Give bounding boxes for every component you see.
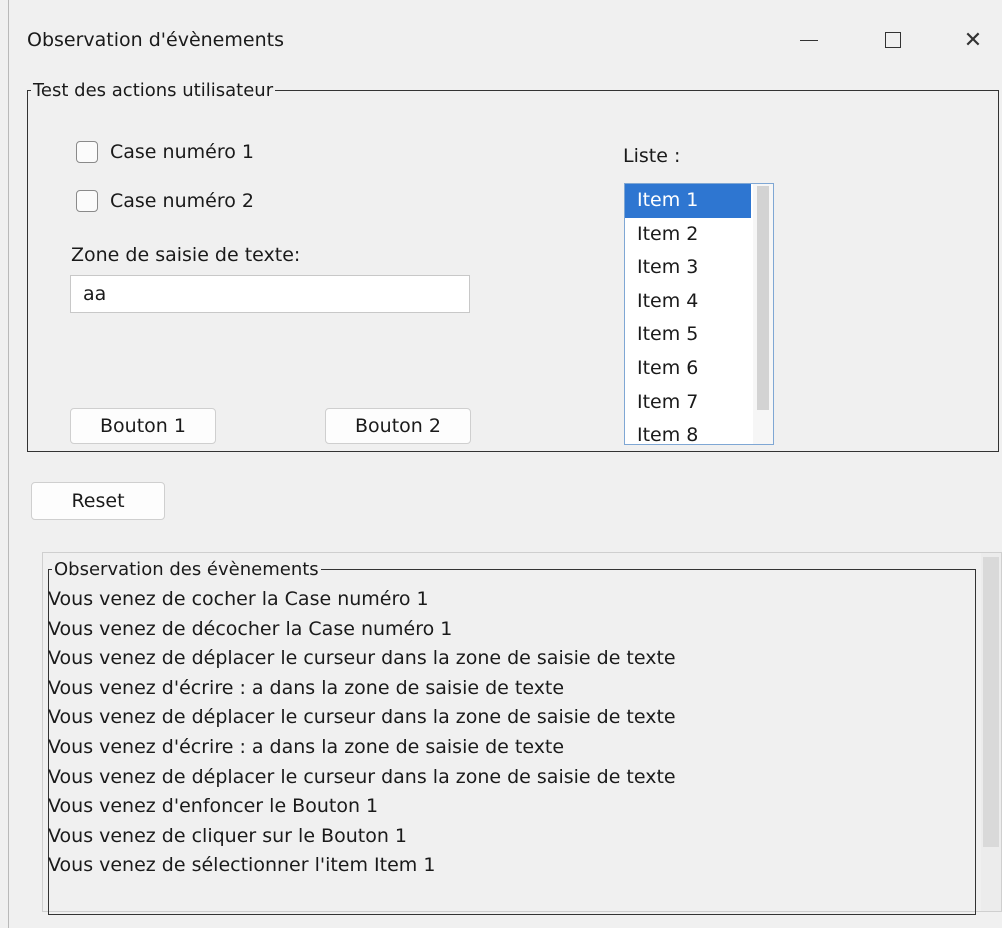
list-item[interactable]: Item 2 [625, 218, 751, 252]
event-log-line: Vous venez de décocher la Case numéro 1 [48, 617, 453, 640]
text-field-label: Zone de saisie de texte: [71, 244, 301, 266]
checkbox-box[interactable] [76, 190, 98, 212]
user-actions-legend: Test des actions utilisateur [33, 80, 274, 101]
checkbox-case-2[interactable]: Case numéro 2 [76, 190, 254, 212]
event-log-line: Vous venez de cliquer sur le Bouton 1 [48, 824, 407, 847]
list-item[interactable]: Item 7 [625, 386, 751, 420]
checkbox-label: Case numéro 1 [110, 141, 254, 163]
checkbox-box[interactable] [76, 141, 98, 163]
event-log-line: Vous venez de déplacer le curseur dans l… [48, 647, 676, 670]
item-listbox[interactable]: Item 1 Item 2 Item 3 Item 4 Item 5 Item 6 Item… [624, 183, 774, 445]
event-log-line: Vous venez de sélectionner l'item Item 1 [48, 854, 436, 877]
minimize-icon[interactable] [779, 18, 839, 62]
text-input[interactable]: aa [70, 275, 470, 313]
window-title: Observation d'évènements [27, 29, 284, 51]
event-log-line: Vous venez d'enfoncer le Bouton 1 [48, 795, 379, 818]
list-label: Liste : [623, 145, 681, 167]
list-items: Item 1 Item 2 Item 3 Item 4 Item 5 Item 6 Item… [625, 184, 773, 444]
list-scrollbar[interactable] [753, 184, 773, 444]
observation-scrollbar-thumb[interactable] [983, 557, 999, 847]
observation-scrollbar[interactable] [981, 553, 1001, 911]
checkbox-label: Case numéro 2 [110, 190, 254, 212]
button-1[interactable]: Bouton 1 [70, 408, 216, 444]
observation-panel: Observation des évènements Vous venez de… [42, 552, 1002, 915]
main-window: Observation d'évènements ✕ Test des acti… [8, 0, 1002, 928]
list-item[interactable]: Item 1 [625, 184, 751, 218]
event-log-line: Vous venez de cocher la Case numéro 1 [48, 588, 429, 610]
event-log-line: Vous venez d'écrire : a dans la zone de … [48, 735, 565, 758]
maximize-icon[interactable] [863, 18, 923, 62]
close-icon[interactable]: ✕ [943, 18, 1002, 62]
user-actions-group: Test des actions utilisateur Case numéro… [27, 80, 999, 452]
button-2[interactable]: Bouton 2 [325, 408, 471, 444]
list-item[interactable]: Item 6 [625, 352, 751, 386]
event-log: Vous venez de cocher la Case numéro 1 Vou… [48, 585, 676, 881]
list-scrollbar-thumb[interactable] [757, 186, 769, 410]
list-item[interactable]: Item 5 [625, 318, 751, 352]
checkbox-case-1[interactable]: Case numéro 1 [76, 141, 254, 163]
list-item[interactable]: Item 3 [625, 251, 751, 285]
event-log-line: Vous venez de déplacer le curseur dans l… [48, 706, 676, 729]
observation-legend: Observation des évènements [54, 559, 319, 580]
event-log-line: Vous venez d'écrire : a dans la zone de … [48, 676, 565, 699]
reset-button[interactable]: Reset [31, 482, 165, 520]
list-item[interactable]: Item 4 [625, 285, 751, 319]
list-item[interactable]: Item 8 [625, 419, 751, 444]
event-log-line: Vous venez de déplacer le curseur dans l… [48, 765, 676, 788]
